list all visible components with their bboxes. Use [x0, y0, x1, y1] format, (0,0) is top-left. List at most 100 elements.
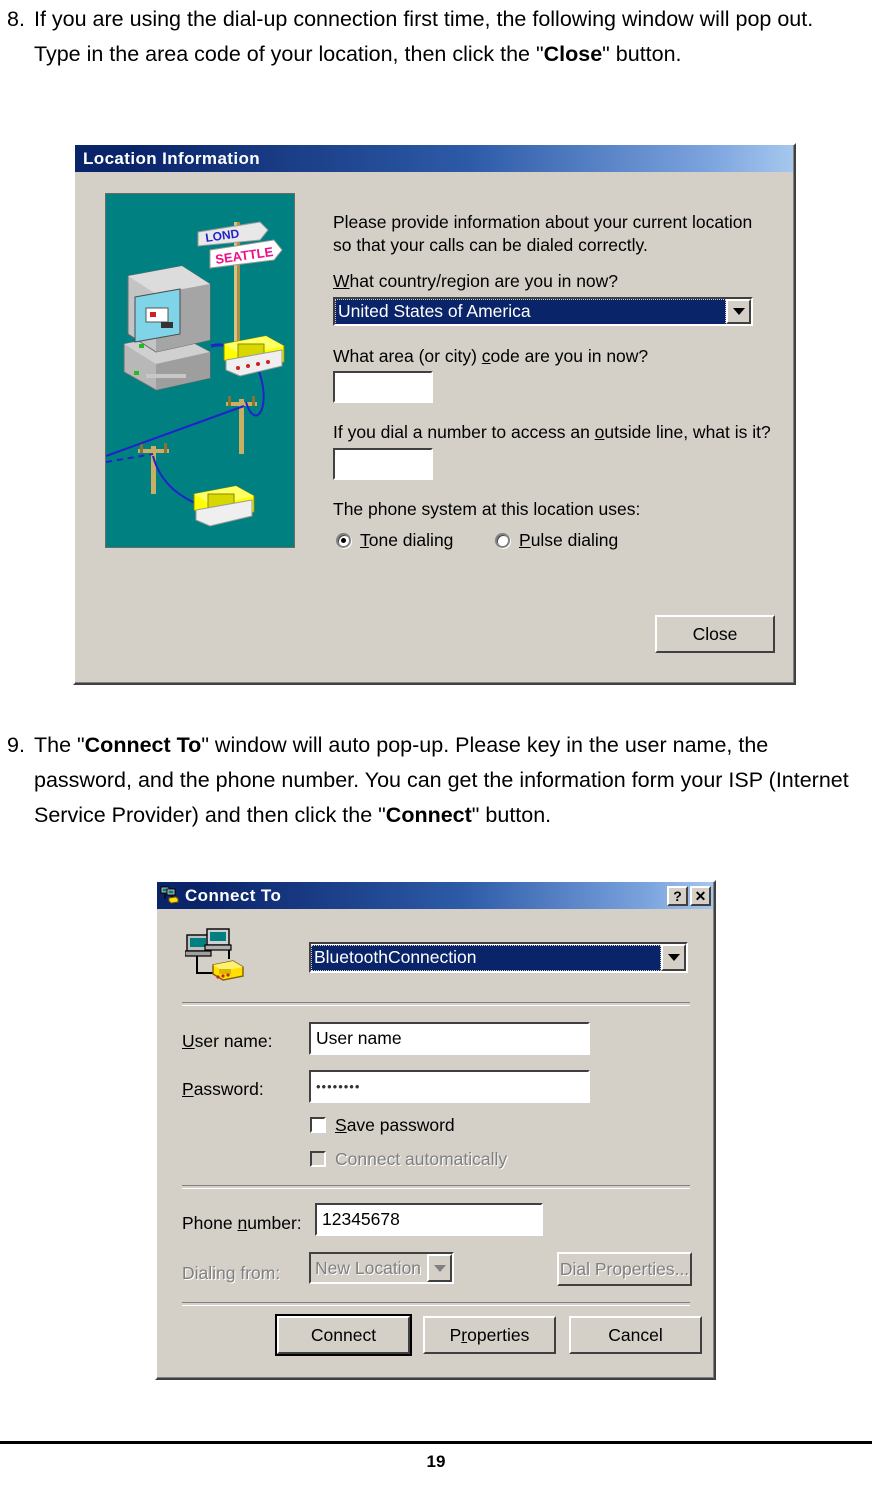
dialup-connection-icon: [160, 886, 179, 904]
connect-automatically-checkbox: Connect automatically: [310, 1148, 507, 1170]
properties-mnemonic: r: [461, 1324, 468, 1345]
chevron-down-icon: [433, 1264, 446, 1272]
country-question-label: What country/region are you in now?: [333, 270, 618, 292]
properties-button[interactable]: Properties: [423, 1316, 556, 1354]
connect-button-label: Connect: [310, 1324, 377, 1345]
save-password-label: Save password: [335, 1114, 455, 1136]
location-intro-text: Please provide information about your cu…: [333, 212, 753, 255]
text-run-0: The ": [34, 733, 85, 757]
save-label-rest: ave password: [346, 1115, 455, 1135]
connect-button[interactable]: Connect: [275, 1314, 412, 1356]
outside-q-part1: If you dial a number to access an: [333, 422, 595, 442]
user-mnemonic: U: [182, 1031, 195, 1051]
location-information-dialog: Location Information LOND SEATTLE Please…: [73, 143, 796, 685]
dialing-from-value: New Location: [315, 1257, 422, 1278]
text-run-0: If you are using the dial-up connection …: [34, 7, 814, 66]
connection-combo-value: BluetoothConnection: [311, 944, 661, 971]
connection-icon: [184, 927, 247, 985]
phone-system-label: The phone system at this location uses:: [333, 499, 641, 519]
pulse-dialing-radio[interactable]: Pulse dialing: [495, 529, 618, 551]
page-number: 19: [426, 1452, 446, 1471]
text-run-1: Close: [543, 42, 603, 66]
password-mnemonic: P: [182, 1079, 194, 1099]
country-region-combobox[interactable]: United States of America: [333, 297, 753, 326]
location-dialog-titlebar[interactable]: Location Information: [75, 145, 794, 172]
chevron-down-icon: [732, 308, 745, 315]
country-question-rest: hat country/region are you in now?: [349, 271, 619, 291]
dialing-from-field: New Location: [311, 1254, 427, 1282]
radio-selected-icon: [336, 532, 351, 548]
connect-dialog-titlebar[interactable]: Connect To ? ✕: [157, 882, 714, 909]
connection-combo-dropdown-button[interactable]: [661, 944, 686, 971]
checkbox-unchecked-icon: [310, 1117, 326, 1133]
close-icon[interactable]: ✕: [690, 885, 711, 906]
user-name-input[interactable]: User name: [309, 1022, 590, 1055]
outside-mnemonic: o: [594, 422, 605, 442]
tone-label-rest: one dialing: [368, 530, 454, 550]
connection-name-combobox[interactable]: BluetoothConnection: [309, 942, 688, 973]
connect-dialog-title: Connect To: [185, 885, 282, 905]
user-name-value: User name: [316, 1028, 402, 1048]
outside-line-input[interactable]: [333, 448, 433, 480]
phone-label-part2: umber:: [247, 1213, 302, 1233]
area-code-question-label: What area (or city) code are you in now?: [333, 345, 648, 367]
text-run-4: " button.: [471, 803, 552, 827]
chevron-down-icon: [667, 954, 680, 961]
footer-rule: [0, 1441, 872, 1444]
separator-top: [182, 1002, 690, 1006]
separator-middle: [182, 1185, 690, 1189]
pulse-mnemonic: P: [519, 530, 531, 550]
country-combo-value: United States of America: [335, 299, 726, 324]
area-q-part2: ode are you in now?: [490, 346, 649, 366]
connect-automatically-label: Connect automatically: [335, 1149, 508, 1169]
pulse-dialing-label: Pulse dialing: [519, 529, 618, 551]
text-run-2: " button.: [602, 42, 682, 66]
tone-dialing-radio[interactable]: Tone dialing: [336, 529, 453, 551]
connect-to-dialog: Connect To ? ✕ BluetoothConnection User …: [155, 880, 716, 1380]
password-value: ••••••••: [316, 1079, 361, 1094]
outside-line-question-label: If you dial a number to access an outsid…: [333, 421, 771, 443]
phone-number-input[interactable]: 12345678: [315, 1203, 543, 1236]
text-run-3: Connect: [385, 803, 472, 827]
phone-number-value: 12345678: [322, 1209, 400, 1229]
country-mnemonic: W: [333, 271, 350, 291]
step-8-paragraph: 8. If you are using the dial-up connecti…: [0, 2, 860, 72]
phone-mnemonic: n: [237, 1213, 248, 1233]
step-8-text: If you are using the dial-up connection …: [34, 2, 860, 72]
password-label: Password:: [182, 1078, 264, 1100]
user-name-label: User name:: [182, 1030, 272, 1052]
area-mnemonic: c: [481, 346, 491, 366]
cancel-button[interactable]: Cancel: [569, 1316, 702, 1354]
password-input[interactable]: ••••••••: [309, 1070, 590, 1103]
separator-bottom: [182, 1302, 690, 1306]
save-mnemonic: S: [335, 1115, 347, 1135]
text-run-1: Connect To: [84, 733, 202, 757]
dial-properties-label: Dial Properties...: [559, 1258, 690, 1279]
location-dialog-title: Location Information: [83, 148, 261, 168]
dialing-from-combobox: New Location: [309, 1252, 454, 1284]
help-icon[interactable]: ?: [667, 885, 688, 906]
close-button-label: Close: [692, 623, 738, 644]
tone-mnemonic: T: [360, 530, 369, 550]
checkbox-disabled-icon: [310, 1151, 326, 1167]
close-button[interactable]: Close: [655, 615, 775, 653]
country-combo-dropdown-button[interactable]: [726, 299, 751, 324]
outside-q-part2: utside line, what is it?: [604, 422, 771, 442]
connection-combo-field[interactable]: BluetoothConnection: [311, 944, 661, 971]
user-label-rest: ser name:: [194, 1031, 273, 1051]
connection-icon-svg: [184, 928, 244, 981]
dialing-from-label: Dialing from:: [182, 1263, 281, 1283]
dialup-illustration: LOND SEATTLE: [105, 193, 295, 548]
country-combo-field[interactable]: United States of America: [335, 299, 726, 324]
phone-label-part1: Phone: [182, 1213, 238, 1233]
step-9-text: The "Connect To" window will auto pop-up…: [34, 728, 866, 833]
step-9-paragraph: 9. The "Connect To" window will auto pop…: [0, 728, 866, 833]
cancel-button-label: Cancel: [608, 1324, 663, 1345]
phone-number-label: Phone number:: [182, 1212, 302, 1234]
step-9-number: 9.: [7, 733, 25, 757]
area-code-input[interactable]: [333, 371, 433, 403]
tone-dialing-label: Tone dialing: [360, 529, 453, 551]
dialing-from-dropdown-button: [427, 1254, 452, 1282]
save-password-checkbox[interactable]: Save password: [310, 1114, 455, 1136]
step-8-number: 8.: [7, 7, 25, 31]
